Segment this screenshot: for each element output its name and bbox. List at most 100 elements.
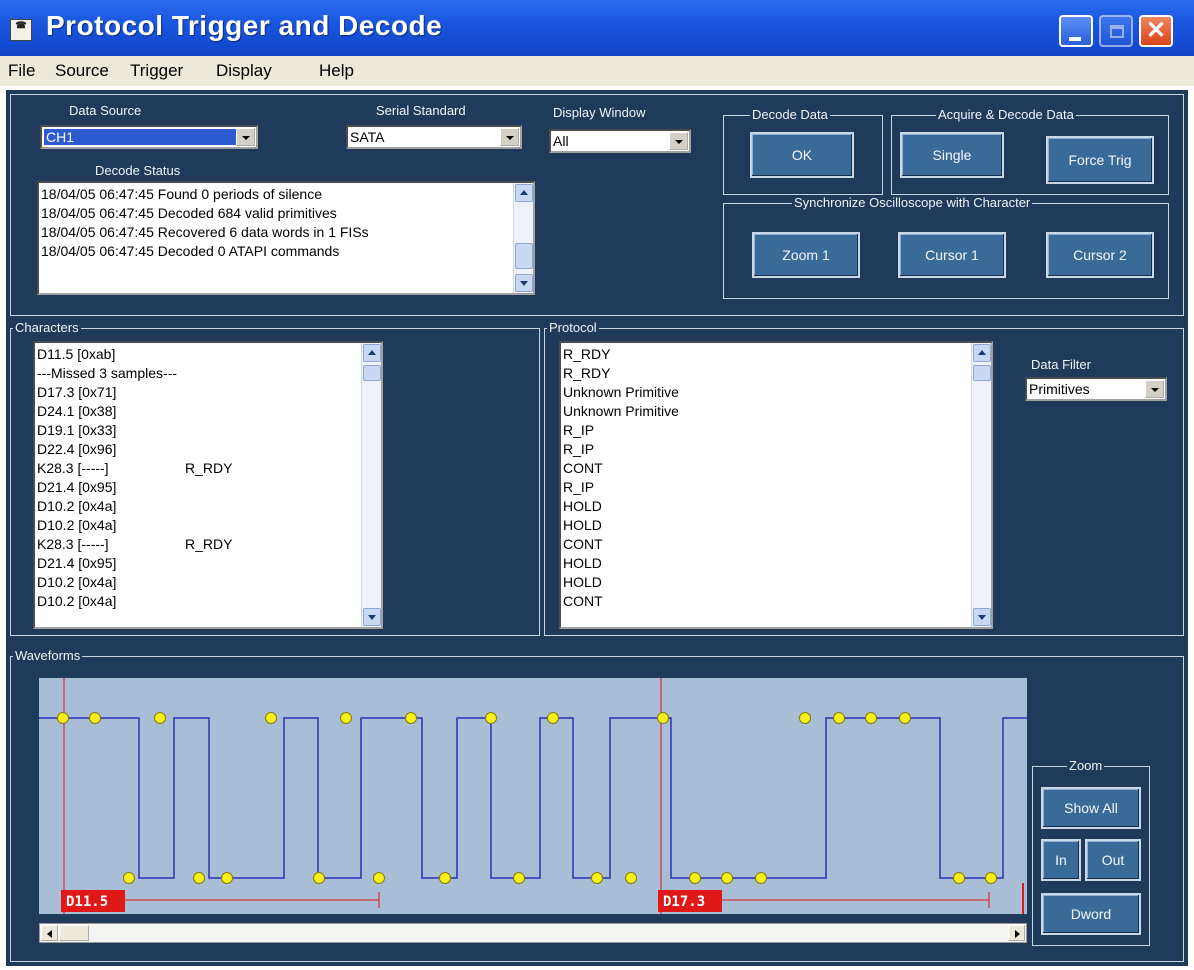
sample-point [193,872,205,884]
protocol-row[interactable]: HOLD [563,516,679,535]
dword-button[interactable]: Dword [1041,893,1141,935]
sample-point [833,712,845,724]
character-code: D19.1 [0x33] [37,422,117,438]
protocol-row[interactable]: R_RDY [563,364,679,383]
chevron-down-icon[interactable] [500,128,519,146]
close-button[interactable]: ✕ [1139,15,1173,47]
log-line: 18/04/05 06:47:45 Recovered 6 data words… [41,224,369,240]
character-code: D10.2 [0x4a] [37,498,117,514]
cursor2-button[interactable]: Cursor 2 [1046,232,1154,278]
menu-trigger[interactable]: Trigger [130,61,183,81]
display-window-select[interactable]: All [549,129,691,153]
character-row[interactable]: K28.3 [-----] R_RDY [37,459,232,478]
zoom-out-button[interactable]: Out [1085,839,1141,881]
scroll-up-icon[interactable] [363,344,381,362]
protocol-row[interactable]: CONT [563,592,679,611]
character-code: D24.1 [0x38] [37,403,117,419]
force-trig-button[interactable]: Force Trig [1046,136,1154,184]
menu-file[interactable]: File [8,61,35,81]
character-row[interactable]: D11.5 [0xab] [37,345,177,364]
menu-help[interactable]: Help [319,61,354,81]
scroll-down-icon[interactable] [973,608,991,626]
protocol-row[interactable]: Unknown Primitive [563,402,679,421]
character-row[interactable]: D10.2 [0x4a] [37,516,177,535]
character-primitive: R_RDY [185,460,233,476]
protocol-row[interactable]: Unknown Primitive [563,383,679,402]
character-code: D21.4 [0x95] [37,479,117,495]
character-code: D11.5 [0xab] [37,346,116,362]
data-source-value: CH1 [44,129,236,145]
character-row[interactable]: D19.1 [0x33] [37,421,177,440]
sample-point [485,712,497,724]
character-row[interactable]: D10.2 [0x4a] [37,497,177,516]
serial-standard-select[interactable]: SATA [346,125,522,149]
log-line: 18/04/05 06:47:45 Decoded 0 ATAPI comman… [41,243,340,259]
protocol-row[interactable]: CONT [563,535,679,554]
protocol-row[interactable]: CONT [563,459,679,478]
main-panel: Data Source CH1 Serial Standard SATA Dis… [6,90,1188,966]
acquire-group: Acquire & Decode Data Single Force Trig [891,107,1169,195]
character-row[interactable]: D21.4 [0x95] [37,478,177,497]
character-row[interactable]: D22.4 [0x96] [37,440,177,459]
menu-source[interactable]: Source [55,61,109,81]
chevron-down-icon[interactable] [236,128,255,146]
waveform-hscrollbar[interactable] [39,923,1027,943]
zoom1-button[interactable]: Zoom 1 [752,232,860,278]
protocol-row[interactable]: HOLD [563,497,679,516]
title-bar: ☎ Protocol Trigger and Decode ✕ [0,0,1194,56]
character-code: D10.2 [0x4a] [37,517,117,533]
sample-point [865,712,877,724]
sample-point [89,712,101,724]
log-scrollbar[interactable] [513,183,533,293]
data-source-select[interactable]: CH1 [40,125,258,149]
characters-scrollbar[interactable] [361,343,381,627]
sample-point [57,712,69,724]
character-row[interactable]: D21.4 [0x95] [37,554,177,573]
character-primitive: R_RDY [185,536,233,552]
character-row[interactable]: D17.3 [0x71] [37,383,177,402]
character-row[interactable]: K28.3 [-----] R_RDY [37,535,232,554]
ok-button[interactable]: OK [750,132,854,178]
menu-display[interactable]: Display [216,61,272,81]
cursor1-button[interactable]: Cursor 1 [898,232,1006,278]
decode-status-log[interactable]: 18/04/05 06:47:45 Found 0 periods of sil… [37,181,535,295]
chevron-down-icon[interactable] [669,132,688,150]
sample-point [405,712,417,724]
show-all-button[interactable]: Show All [1041,787,1141,829]
sample-point [657,712,669,724]
protocol-row[interactable]: HOLD [563,573,679,592]
protocol-list[interactable]: R_RDY R_RDY Unknown Primitive Unknown Primi… [559,341,993,629]
app-icon: ☎ [10,19,32,41]
character-row[interactable]: ---Missed 3 samples--- [37,364,177,383]
scroll-down-icon[interactable] [515,274,533,292]
protocol-row[interactable]: HOLD [563,554,679,573]
scroll-right-icon[interactable] [1008,925,1025,941]
waveform-scroll-thumb[interactable] [59,925,89,941]
characters-scroll-thumb[interactable] [363,365,381,381]
data-filter-select[interactable]: Primitives [1025,377,1167,401]
sample-point [953,872,965,884]
character-row[interactable]: D10.2 [0x4a] [37,573,177,592]
protocol-row[interactable]: R_IP [563,421,679,440]
scroll-left-icon[interactable] [41,925,58,941]
zoom-in-button[interactable]: In [1041,839,1081,881]
single-button[interactable]: Single [900,132,1004,178]
scroll-down-icon[interactable] [363,608,381,626]
minimize-button[interactable] [1059,15,1093,47]
protocol-row[interactable]: R_IP [563,440,679,459]
maximize-button[interactable] [1099,15,1133,47]
character-row[interactable]: D24.1 [0x38] [37,402,177,421]
character-row[interactable]: D10.2 [0x4a] [37,592,177,611]
chevron-down-icon[interactable] [1145,380,1164,398]
protocol-scroll-thumb[interactable] [973,365,991,381]
protocol-row[interactable]: R_RDY [563,345,679,364]
protocol-row[interactable]: R_IP [563,478,679,497]
character-marker-label: D11.5 [66,894,108,910]
protocol-scrollbar[interactable] [971,343,991,627]
log-scroll-thumb[interactable] [515,243,533,269]
characters-list[interactable]: D11.5 [0xab] ---Missed 3 samples--- D17.3 … [33,341,383,629]
minimize-icon [1069,37,1081,41]
waveform-display[interactable]: D11.5 D17.3 [39,678,1027,914]
scroll-up-icon[interactable] [973,344,991,362]
scroll-up-icon[interactable] [515,184,533,202]
